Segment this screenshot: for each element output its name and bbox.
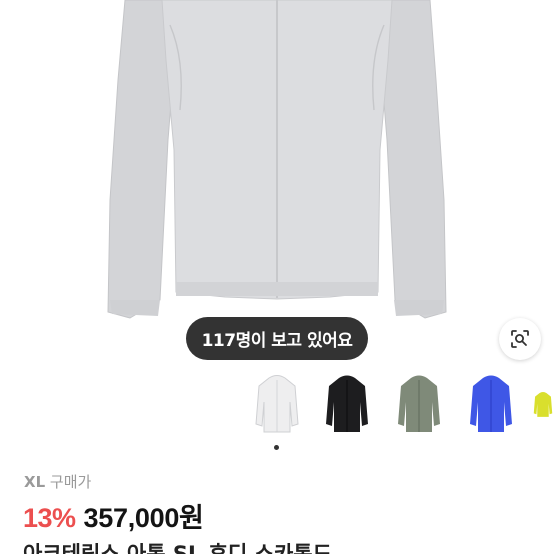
selected-thumbnail-indicator [274,445,279,450]
size-label: XL [24,473,46,491]
jacket-thumb-icon [398,375,440,432]
product-title: 아크테릭스 아톰 SL 후디 스카톰드 [23,542,332,554]
viewers-count-text: 117명이 보고 있어요 [201,331,353,351]
jacket-thumb-icon [533,392,553,417]
price-row: 13% 357,000원 [23,496,204,535]
color-thumbnail-strip [248,372,554,462]
jacket-thumb-icon [326,375,368,432]
jacket-thumb-icon [470,375,512,432]
jacket-thumb-icon [255,375,299,433]
price-type-label: 구매가 [49,473,92,491]
visual-search-icon [511,330,529,348]
thumbnail-black[interactable] [318,372,376,438]
thumbnail-white[interactable] [248,372,306,438]
viewers-count-badge: 117명이 보고 있어요 [186,317,368,360]
thumbnail-blue[interactable] [462,372,520,438]
thumbnail-lime[interactable] [532,372,554,438]
product-hero-image[interactable] [0,0,554,368]
visual-search-button[interactable] [499,318,541,360]
price-value: 357,000원 [83,503,204,533]
discount-rate: 13% [23,503,76,533]
size-price-type-label: XL 구매가 [24,471,91,492]
thumbnail-olive[interactable] [390,372,448,438]
jacket-illustration [107,0,447,319]
